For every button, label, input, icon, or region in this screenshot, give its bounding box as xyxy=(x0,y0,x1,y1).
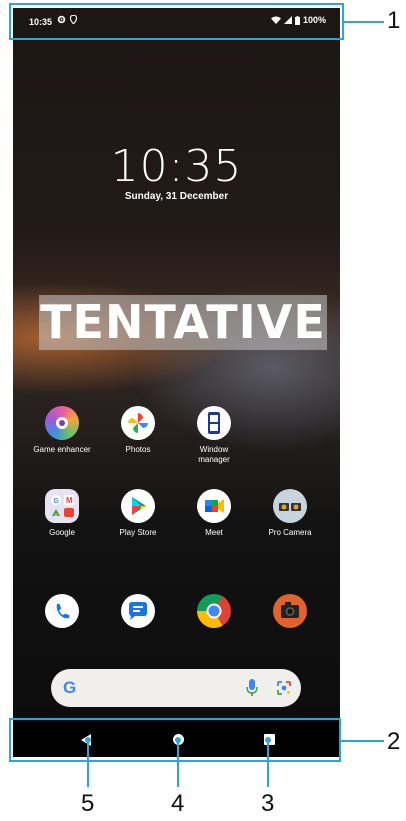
mic-icon[interactable] xyxy=(246,679,258,697)
callout-label-navbar: 2 xyxy=(387,728,401,755)
app-label: Google xyxy=(49,528,75,537)
callout-label-back: 5 xyxy=(81,790,95,817)
app-label: Play Store xyxy=(119,528,157,537)
dock-phone[interactable] xyxy=(24,594,100,628)
callout-label-status: 1 xyxy=(387,7,401,34)
home-icon[interactable] xyxy=(173,734,184,745)
app-google-folder[interactable]: G M Google xyxy=(24,489,100,538)
phone-icon xyxy=(45,594,79,628)
app-label: Meet xyxy=(205,528,223,537)
status-time: 10:35 xyxy=(29,17,53,27)
photos-icon xyxy=(121,406,155,440)
app-label: Pro Camera xyxy=(268,528,312,537)
dock-camera[interactable] xyxy=(252,594,328,628)
play-store-icon xyxy=(121,489,155,523)
meet-icon xyxy=(197,489,231,523)
google-logo: G xyxy=(63,678,77,697)
app-game-enhancer[interactable]: Game enhancer xyxy=(24,406,100,455)
tentative-watermark: TENTATIVE xyxy=(39,295,327,350)
battery-icon xyxy=(294,15,300,25)
status-bar: 10:35 100% xyxy=(13,8,340,36)
app-play-store[interactable]: Play Store xyxy=(100,489,176,538)
back-icon[interactable] xyxy=(81,734,91,746)
app-pro-camera[interactable]: Pro Camera xyxy=(252,489,328,538)
settings-gear-icon xyxy=(57,15,66,24)
app-window-manager[interactable]: Window manager xyxy=(176,406,252,465)
dock-messages[interactable] xyxy=(100,594,176,628)
pro-camera-icon xyxy=(273,489,307,523)
app-meet[interactable]: Meet xyxy=(176,489,252,538)
svg-text:G: G xyxy=(54,498,60,505)
window-manager-icon xyxy=(197,406,231,440)
battery-percent: 100% xyxy=(302,15,326,25)
app-label: Game enhancer xyxy=(33,445,91,454)
app-photos[interactable]: Photos xyxy=(100,406,176,455)
lens-icon[interactable] xyxy=(276,680,292,696)
wifi-icon xyxy=(270,16,281,24)
camera-icon xyxy=(273,594,307,628)
game-enhancer-icon xyxy=(45,406,79,440)
app-label: Photos xyxy=(125,445,151,454)
signal-icon xyxy=(283,16,292,24)
recents-icon[interactable] xyxy=(264,734,275,745)
navigation-bar xyxy=(13,722,340,757)
chrome-icon xyxy=(197,594,231,628)
callout-label-recents: 3 xyxy=(261,790,275,817)
google-folder-icon: G M xyxy=(45,489,79,523)
callout-label-home: 4 xyxy=(171,790,185,817)
lock-date: Sunday, 31 December xyxy=(124,191,229,202)
svg-text:M: M xyxy=(66,496,73,505)
lock-clock: 10:35 xyxy=(110,141,243,192)
google-search-bar[interactable]: G xyxy=(51,669,301,707)
wallpaper xyxy=(13,8,340,757)
location-icon xyxy=(70,15,77,24)
dock-chrome[interactable] xyxy=(176,594,252,628)
app-label: Window manager xyxy=(198,445,230,464)
phone-screen: 10:35 100% 10:35 Sunday, 31 December TEN… xyxy=(13,8,340,757)
messages-icon xyxy=(121,594,155,628)
